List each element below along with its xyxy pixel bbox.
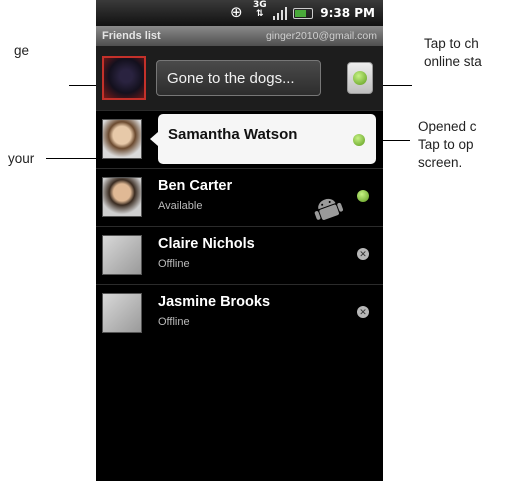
friend-avatar xyxy=(102,177,142,217)
my-status-row: Gone to the dogs... xyxy=(96,46,383,110)
friend-row[interactable]: Jasmine Brooks Offline ✕ xyxy=(96,284,383,342)
friend-row[interactable]: Samantha Watson xyxy=(96,110,383,168)
gps-icon: ⊕ xyxy=(230,3,243,21)
online-status-button[interactable] xyxy=(347,62,373,94)
battery-icon xyxy=(293,8,313,19)
page-title: Friends list xyxy=(102,30,161,42)
friend-avatar xyxy=(102,235,142,275)
friend-status: Offline xyxy=(158,258,190,270)
offline-presence-icon: ✕ xyxy=(357,248,369,260)
callout-right-top-line1: Tap to ch xyxy=(424,36,479,51)
friend-avatar xyxy=(102,293,142,333)
account-email: ginger2010@gmail.com xyxy=(265,30,377,42)
offline-presence-icon: ✕ xyxy=(357,306,369,318)
friend-name: Jasmine Brooks xyxy=(158,294,271,310)
online-presence-icon xyxy=(357,190,369,202)
callout-right-mid: Opened c Tap to op screen. xyxy=(418,118,477,172)
phone-screen: ⊕ 3G ⇅ 9:38 PM Friends list ginger2010@gm… xyxy=(96,0,383,481)
callout-left-top: ge xyxy=(14,43,30,58)
signal-icon xyxy=(273,6,287,20)
friend-name: Ben Carter xyxy=(158,178,233,194)
callout-right-top-line2: online sta xyxy=(424,54,482,69)
status-bar: ⊕ 3G ⇅ 9:38 PM xyxy=(96,0,383,26)
online-status-icon xyxy=(353,71,367,85)
friends-list-header: Friends list ginger2010@gmail.com xyxy=(96,26,383,46)
android-robot-icon xyxy=(314,198,343,220)
friend-status: Available xyxy=(158,200,203,212)
network-label: 3G xyxy=(253,0,267,10)
online-presence-icon xyxy=(353,134,365,146)
clock: 9:38 PM xyxy=(320,6,375,20)
friend-status: Offline xyxy=(158,316,190,328)
friend-avatar xyxy=(102,119,142,159)
callout-right-mid-line3: screen. xyxy=(418,155,463,170)
callout-left-mid: your xyxy=(8,151,35,166)
callout-right-mid-line2: Tap to op xyxy=(418,137,474,152)
callout-right-top: Tap to ch online sta xyxy=(424,35,482,71)
friend-row[interactable]: Claire Nichols Offline ✕ xyxy=(96,226,383,284)
callout-right-mid-line1: Opened c xyxy=(418,119,477,134)
leader-line-left-top xyxy=(69,85,99,86)
friend-name: Samantha Watson xyxy=(168,126,298,143)
my-avatar[interactable] xyxy=(102,56,146,100)
status-message-input[interactable]: Gone to the dogs... xyxy=(156,60,321,96)
friend-name: Claire Nichols xyxy=(158,236,255,252)
network-type-icon: 3G ⇅ xyxy=(253,0,267,19)
open-chat-bubble[interactable]: Samantha Watson xyxy=(150,114,376,164)
